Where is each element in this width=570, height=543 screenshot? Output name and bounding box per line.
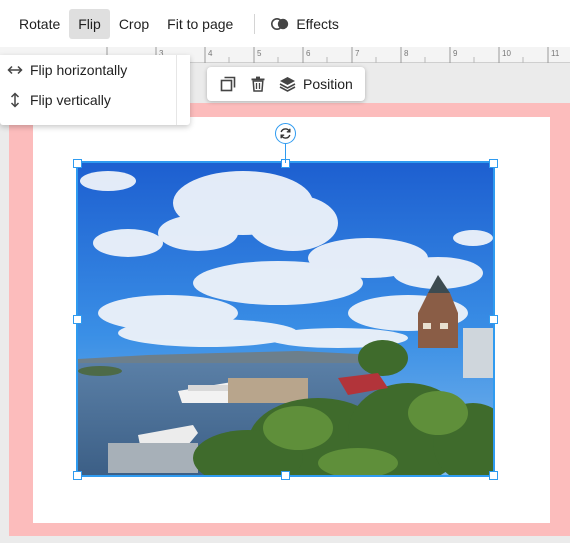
- selected-photo[interactable]: [76, 161, 495, 477]
- layers-icon: [279, 77, 296, 92]
- flip-horizontally-label: Flip horizontally: [30, 62, 128, 78]
- flip-vertical-icon: [10, 92, 20, 108]
- flip-button[interactable]: Flip: [69, 8, 110, 39]
- rotate-handle[interactable]: [275, 123, 296, 144]
- resize-handle-bottom-left[interactable]: [73, 471, 82, 480]
- resize-handle-top-left[interactable]: [73, 159, 82, 168]
- rotate-icon: [280, 128, 291, 139]
- crop-button[interactable]: Crop: [110, 9, 158, 39]
- flip-vertically-label: Flip vertically: [30, 92, 111, 108]
- fit-to-page-button[interactable]: Fit to page: [158, 9, 242, 39]
- effects-label: Effects: [296, 15, 339, 32]
- resize-handle-left[interactable]: [73, 315, 82, 324]
- ruler-label: 7: [355, 49, 360, 58]
- ruler-label: 9: [453, 49, 458, 58]
- duplicate-icon: [220, 76, 236, 92]
- flip-horizontal-icon: [7, 65, 23, 75]
- element-toolbar: Position: [207, 67, 365, 101]
- trash-icon: [251, 76, 265, 92]
- effects-icon: [271, 17, 289, 31]
- resize-handle-bottom[interactable]: [281, 471, 290, 480]
- position-label: Position: [303, 76, 353, 92]
- resize-handle-top-right[interactable]: [489, 159, 498, 168]
- effects-button[interactable]: Effects: [265, 9, 345, 39]
- ruler-label: 10: [502, 49, 511, 58]
- ruler-label: 8: [404, 49, 409, 58]
- flip-menu: Flip horizontally Flip vertically: [0, 55, 190, 125]
- edit-toolbar: Rotate Flip Crop Fit to page Effects: [0, 0, 570, 47]
- photo-image: [78, 163, 493, 475]
- ruler-label: 11: [551, 49, 560, 58]
- ruler-label: 4: [208, 49, 213, 58]
- ruler-label: 5: [257, 49, 262, 58]
- flip-vertically-item[interactable]: Flip vertically: [0, 85, 190, 115]
- ruler-label: 6: [306, 49, 311, 58]
- flip-horizontally-item[interactable]: Flip horizontally: [0, 55, 190, 85]
- position-button[interactable]: Position: [273, 69, 359, 99]
- toolbar-divider: [254, 13, 256, 34]
- resize-handle-bottom-right[interactable]: [489, 471, 498, 480]
- resize-handle-right[interactable]: [489, 315, 498, 324]
- delete-button[interactable]: [243, 69, 273, 99]
- duplicate-button[interactable]: [213, 69, 243, 99]
- rotate-handle-stem: [285, 144, 286, 163]
- menu-divider: [176, 55, 177, 125]
- rotate-button[interactable]: Rotate: [10, 9, 69, 39]
